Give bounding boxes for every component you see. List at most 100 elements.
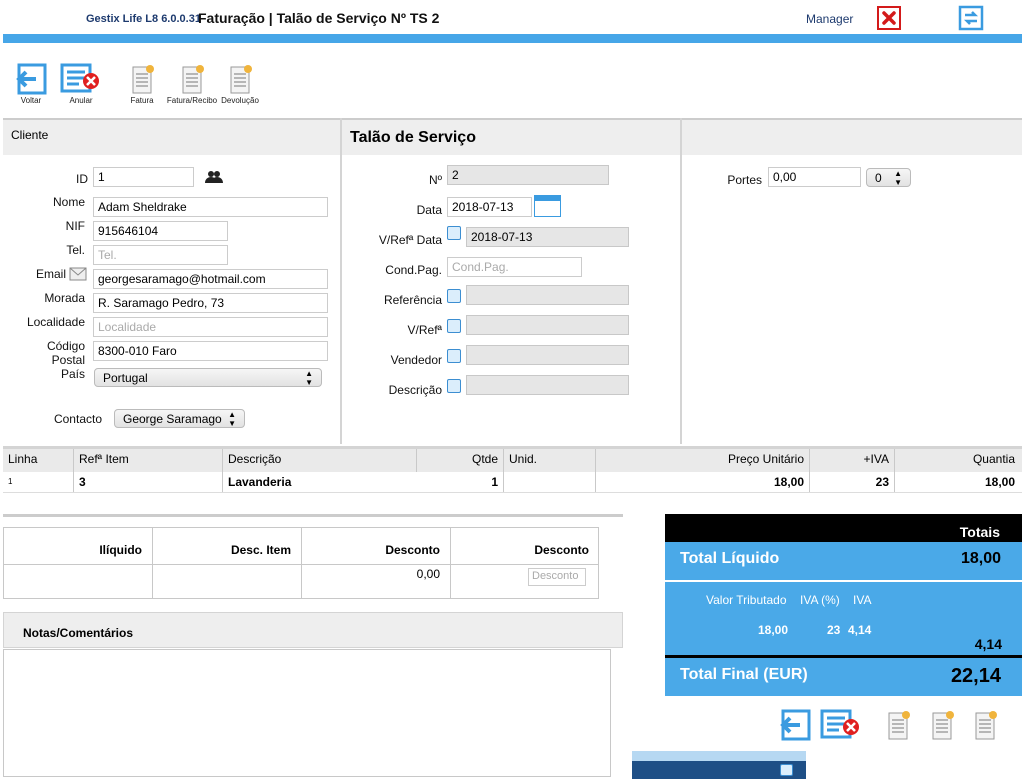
- close-icon[interactable]: [877, 6, 901, 30]
- contacto-value: George Saramago: [123, 411, 222, 426]
- vref-data-field: 2018-07-13: [466, 227, 629, 247]
- email-icon[interactable]: [69, 267, 87, 284]
- email-field[interactable]: georgesaramago@hotmail.com: [93, 269, 328, 289]
- divider: [3, 514, 623, 517]
- edit-icon[interactable]: [447, 226, 461, 240]
- lines-table-header: Linha Refª Item Descrição Qtde Unid. Pre…: [3, 446, 1022, 472]
- iva-label: IVA: [853, 593, 872, 607]
- valor-tributado-label: Valor Tributado: [706, 593, 787, 607]
- morada-label: Morada: [44, 291, 85, 305]
- descricao-label: Descrição: [388, 383, 442, 397]
- document-icon: [888, 711, 910, 740]
- fatura-recibo-button[interactable]: Fatura/Recibo: [167, 64, 217, 105]
- portes-field[interactable]: 0,00: [768, 167, 861, 187]
- fatura-button-bottom[interactable]: [886, 710, 910, 745]
- edit-icon[interactable]: [447, 319, 461, 333]
- total-final-value: 22,14: [950, 665, 1001, 687]
- voltar-button[interactable]: Voltar: [12, 62, 50, 105]
- id-label: ID: [76, 172, 88, 186]
- vref-label: V/Refª: [407, 323, 442, 337]
- table-row[interactable]: 1 3 Lavanderia 1 18,00 23 18,00: [3, 472, 1022, 493]
- morada-field[interactable]: R. Saramago Pedro, 73: [93, 293, 328, 313]
- anular-button-bottom[interactable]: [820, 708, 862, 745]
- nif-label: NIF: [65, 219, 85, 233]
- codigo-postal-label: Código: [46, 339, 85, 353]
- iva-total-value: 4,14: [974, 636, 1002, 652]
- edit-icon[interactable]: [447, 379, 461, 393]
- row-qtde: 1: [491, 475, 498, 489]
- contacts-icon[interactable]: [205, 170, 223, 187]
- anular-button[interactable]: Anular: [60, 62, 102, 105]
- col-quantia: Quantia: [972, 452, 1015, 466]
- pais-select[interactable]: Portugal ▲ ▼: [94, 368, 322, 387]
- valor-tributado-value: 18,00: [758, 623, 789, 637]
- back-arrow-icon: [16, 63, 47, 95]
- col-ref-item: Refª Item: [79, 452, 129, 466]
- nome-field[interactable]: Adam Sheldrake: [93, 197, 328, 217]
- contacto-select[interactable]: George Saramago ▲ ▼: [114, 409, 245, 428]
- fatura-recibo-button-bottom[interactable]: [930, 710, 954, 745]
- vendedor-field: [466, 345, 629, 365]
- talao-panel-header: Talão de Serviço: [341, 118, 680, 155]
- edit-icon[interactable]: [447, 289, 461, 303]
- voltar-button-bottom[interactable]: [778, 708, 812, 745]
- portes-select-value: 0: [875, 170, 882, 185]
- desconto-input[interactable]: Desconto: [528, 568, 586, 586]
- panel-divider: [680, 118, 682, 444]
- iva-pct-value: 23: [827, 623, 841, 637]
- row-linha: 1: [8, 477, 13, 486]
- document-icon: [132, 65, 154, 94]
- row-preco: 18,00: [773, 475, 804, 489]
- row-descricao: Lavanderia: [228, 475, 292, 489]
- data-field[interactable]: 2018-07-13: [447, 197, 532, 217]
- anular-label: Anular: [69, 96, 93, 105]
- edit-icon[interactable]: [780, 764, 793, 776]
- panel-divider: [340, 118, 342, 444]
- row-iva: 23: [875, 475, 889, 489]
- app-version: Gestix Life L8 6.0.0.31: [86, 13, 201, 25]
- pais-label: País: [60, 367, 85, 381]
- calendar-icon[interactable]: [534, 195, 561, 217]
- notas-header: Notas/Comentários: [3, 612, 623, 648]
- col-unid: Unid.: [509, 452, 538, 466]
- email-label: Email: [35, 267, 66, 281]
- refresh-icon[interactable]: [958, 5, 984, 34]
- voltar-label: Voltar: [20, 96, 42, 105]
- total-final-label: Total Final (EUR): [680, 666, 808, 683]
- edit-icon[interactable]: [447, 349, 461, 363]
- row-unid: [504, 472, 596, 492]
- notas-label: Notas/Comentários: [23, 626, 134, 640]
- codigo-postal-label: Postal: [51, 353, 85, 367]
- portes-select[interactable]: 0 ▲ ▼: [866, 168, 911, 187]
- col-desc-item: Desc. Item: [230, 543, 291, 557]
- id-field[interactable]: 1: [93, 167, 194, 187]
- data-label: Data: [416, 203, 442, 217]
- user-name[interactable]: Manager: [806, 12, 853, 26]
- codigo-postal-field[interactable]: 8300-010 Faro: [93, 341, 328, 361]
- col-preco: Preço Unitário: [727, 452, 804, 466]
- referencia-field: [466, 285, 629, 305]
- notas-textarea[interactable]: [3, 649, 611, 777]
- iva-pct-label: IVA (%): [800, 593, 840, 607]
- col-descricao: Descrição: [228, 452, 282, 466]
- document-icon: [932, 711, 954, 740]
- document-icon: [230, 65, 252, 94]
- fatura-button[interactable]: Fatura: [126, 64, 158, 105]
- col-iva: +IVA: [863, 452, 889, 466]
- descricao-field: [466, 375, 629, 395]
- localidade-field[interactable]: Localidade: [93, 317, 328, 337]
- discount-summary-table: Ilíquido Desc. Item Desconto Desconto 0,…: [3, 527, 599, 599]
- iva-value: 4,14: [848, 623, 872, 637]
- devolucao-button-bottom[interactable]: [973, 710, 997, 745]
- total-liquido-value: 18,00: [960, 550, 1001, 567]
- totais-header: Totais: [665, 514, 1022, 542]
- tel-label: Tel.: [66, 243, 85, 257]
- cancel-doc-icon: [820, 709, 859, 739]
- back-arrow-icon: [780, 709, 811, 741]
- tel-field[interactable]: Tel.: [93, 245, 228, 265]
- popup-panel: [632, 751, 806, 779]
- devolucao-button[interactable]: Devolução: [218, 64, 262, 105]
- nif-field[interactable]: 915646104: [93, 221, 228, 241]
- vref-field: [466, 315, 629, 335]
- cond-pag-field[interactable]: Cond.Pag.: [447, 257, 582, 277]
